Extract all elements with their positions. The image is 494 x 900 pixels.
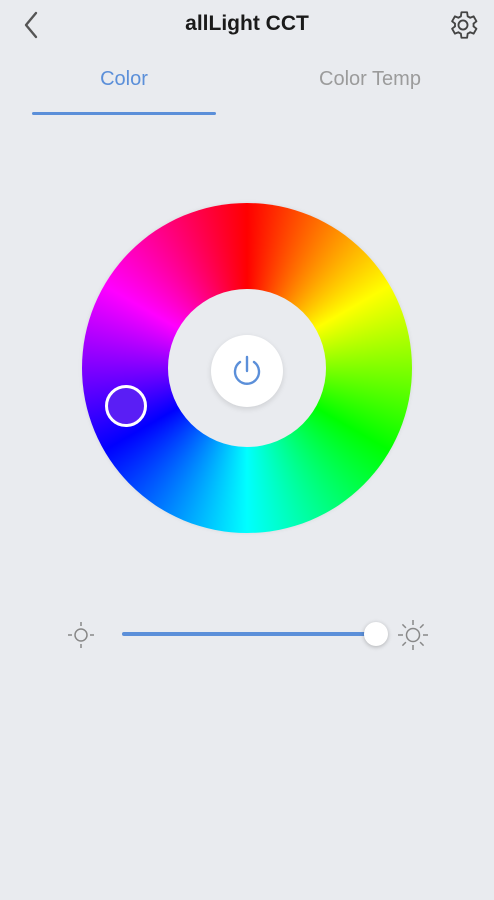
brightness-slider-row — [0, 610, 494, 660]
active-tab-indicator — [32, 112, 216, 115]
app-header: allLight CCT — [0, 0, 494, 52]
mode-tabs: Color Color Temp — [0, 68, 494, 118]
tab-color-temp[interactable]: Color Temp — [278, 68, 462, 91]
gear-icon[interactable] — [446, 8, 480, 42]
brightness-track-fill — [122, 632, 377, 636]
color-wheel-container — [82, 203, 412, 533]
power-button[interactable] — [211, 335, 283, 407]
color-picker-handle[interactable] — [105, 385, 147, 427]
sun-high-icon — [396, 618, 430, 657]
sun-low-icon — [66, 620, 96, 655]
tab-color[interactable]: Color — [32, 68, 216, 91]
power-icon — [233, 355, 261, 385]
page-title: allLight CCT — [185, 12, 309, 35]
brightness-slider-thumb[interactable] — [364, 622, 388, 646]
